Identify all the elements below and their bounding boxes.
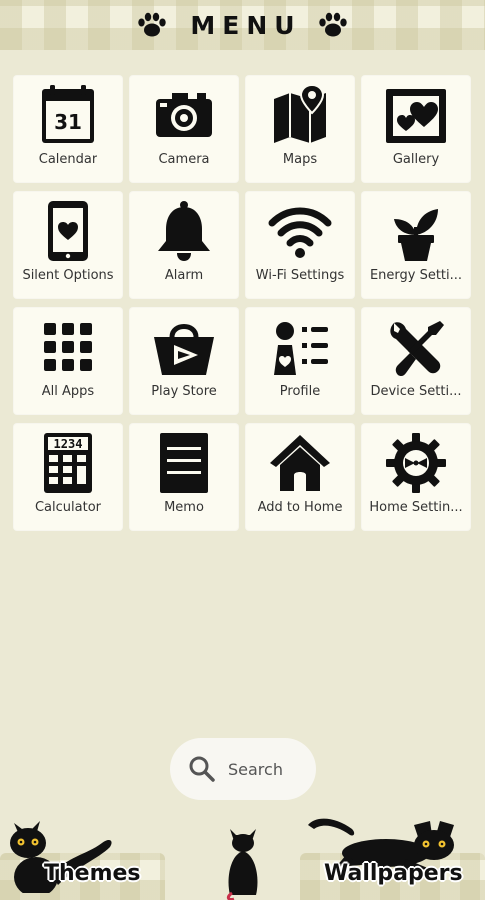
app-label: Maps	[282, 152, 318, 167]
memo-icon	[160, 433, 208, 493]
app-label: Alarm	[164, 268, 204, 283]
search-icon	[189, 756, 215, 782]
profile-icon	[274, 322, 328, 375]
grid-icon	[44, 323, 92, 371]
app-label: Play Store	[151, 384, 217, 399]
silent-phone-icon	[48, 201, 88, 261]
app-label: Home Settin...	[369, 500, 463, 515]
app-tile-add-to-home[interactable]: Add to Home	[246, 424, 354, 530]
shopping-bag-play-icon	[154, 324, 214, 375]
bell-icon	[158, 201, 210, 261]
app-tile-device-settings[interactable]: Device Setti...	[362, 308, 470, 414]
plant-icon	[394, 209, 438, 261]
app-tile-silent-options[interactable]: Silent Options	[14, 192, 122, 298]
app-tile-maps[interactable]: Maps	[246, 76, 354, 182]
page-title: MENU	[190, 10, 302, 40]
app-label: Silent Options	[22, 268, 114, 283]
tools-icon	[390, 321, 444, 377]
app-label: Wi-Fi Settings	[255, 268, 345, 283]
calendar-icon: 31	[42, 85, 94, 143]
search-label: Search	[228, 759, 283, 779]
app-tile-home-settings[interactable]: Home Settin...	[362, 424, 470, 530]
app-tile-profile[interactable]: Profile	[246, 308, 354, 414]
menu-title-group: MENU	[137, 11, 347, 40]
app-label: Energy Setti...	[369, 268, 463, 283]
app-tile-gallery[interactable]: Gallery	[362, 76, 470, 182]
calendar-day-number: 31	[54, 110, 82, 134]
app-label: Camera	[158, 152, 210, 167]
calculator-display: 1234	[54, 437, 83, 451]
gear-bow-icon	[386, 433, 446, 493]
app-label: Calculator	[34, 500, 101, 515]
paw-icon	[138, 12, 167, 37]
app-tile-calendar[interactable]: 31 Calendar	[14, 76, 122, 182]
map-icon	[274, 83, 326, 143]
app-label: Memo	[164, 500, 204, 515]
app-tile-camera[interactable]: Camera	[130, 76, 238, 182]
themes-button[interactable]: Themes	[44, 861, 141, 886]
home-menu-screen: MENU 31 Calendar Camera Maps Gallery Sil…	[0, 0, 485, 900]
gallery-icon	[386, 89, 446, 143]
app-label: Add to Home	[257, 500, 343, 515]
app-tile-calculator[interactable]: 1234 Calculator	[14, 424, 122, 530]
app-label: Gallery	[392, 152, 440, 167]
wifi-icon	[268, 207, 332, 258]
app-tile-energy-settings[interactable]: Energy Setti...	[362, 192, 470, 298]
app-label: Device Setti...	[370, 384, 462, 399]
app-label: Profile	[279, 384, 321, 399]
app-tile-wifi-settings[interactable]: Wi-Fi Settings	[246, 192, 354, 298]
app-tile-all-apps[interactable]: All Apps	[14, 308, 122, 414]
app-tile-play-store[interactable]: Play Store	[130, 308, 238, 414]
sitting-cat-icon	[226, 829, 258, 900]
app-tile-alarm[interactable]: Alarm	[130, 192, 238, 298]
app-grid: 31 Calendar Camera Maps Gallery Silent O…	[14, 76, 472, 530]
camera-icon	[156, 93, 212, 137]
app-label: Calendar	[38, 152, 98, 167]
app-tile-memo[interactable]: Memo	[130, 424, 238, 530]
menu-header: MENU	[0, 0, 485, 50]
paw-icon	[318, 12, 347, 37]
wallpapers-button[interactable]: Wallpapers	[324, 861, 463, 886]
bottom-bar: Themes Wallpapers	[0, 815, 485, 900]
calculator-icon: 1234	[44, 433, 92, 493]
app-label: All Apps	[41, 384, 95, 399]
doghouse-icon	[270, 435, 330, 491]
search-button[interactable]: Search	[170, 738, 316, 800]
